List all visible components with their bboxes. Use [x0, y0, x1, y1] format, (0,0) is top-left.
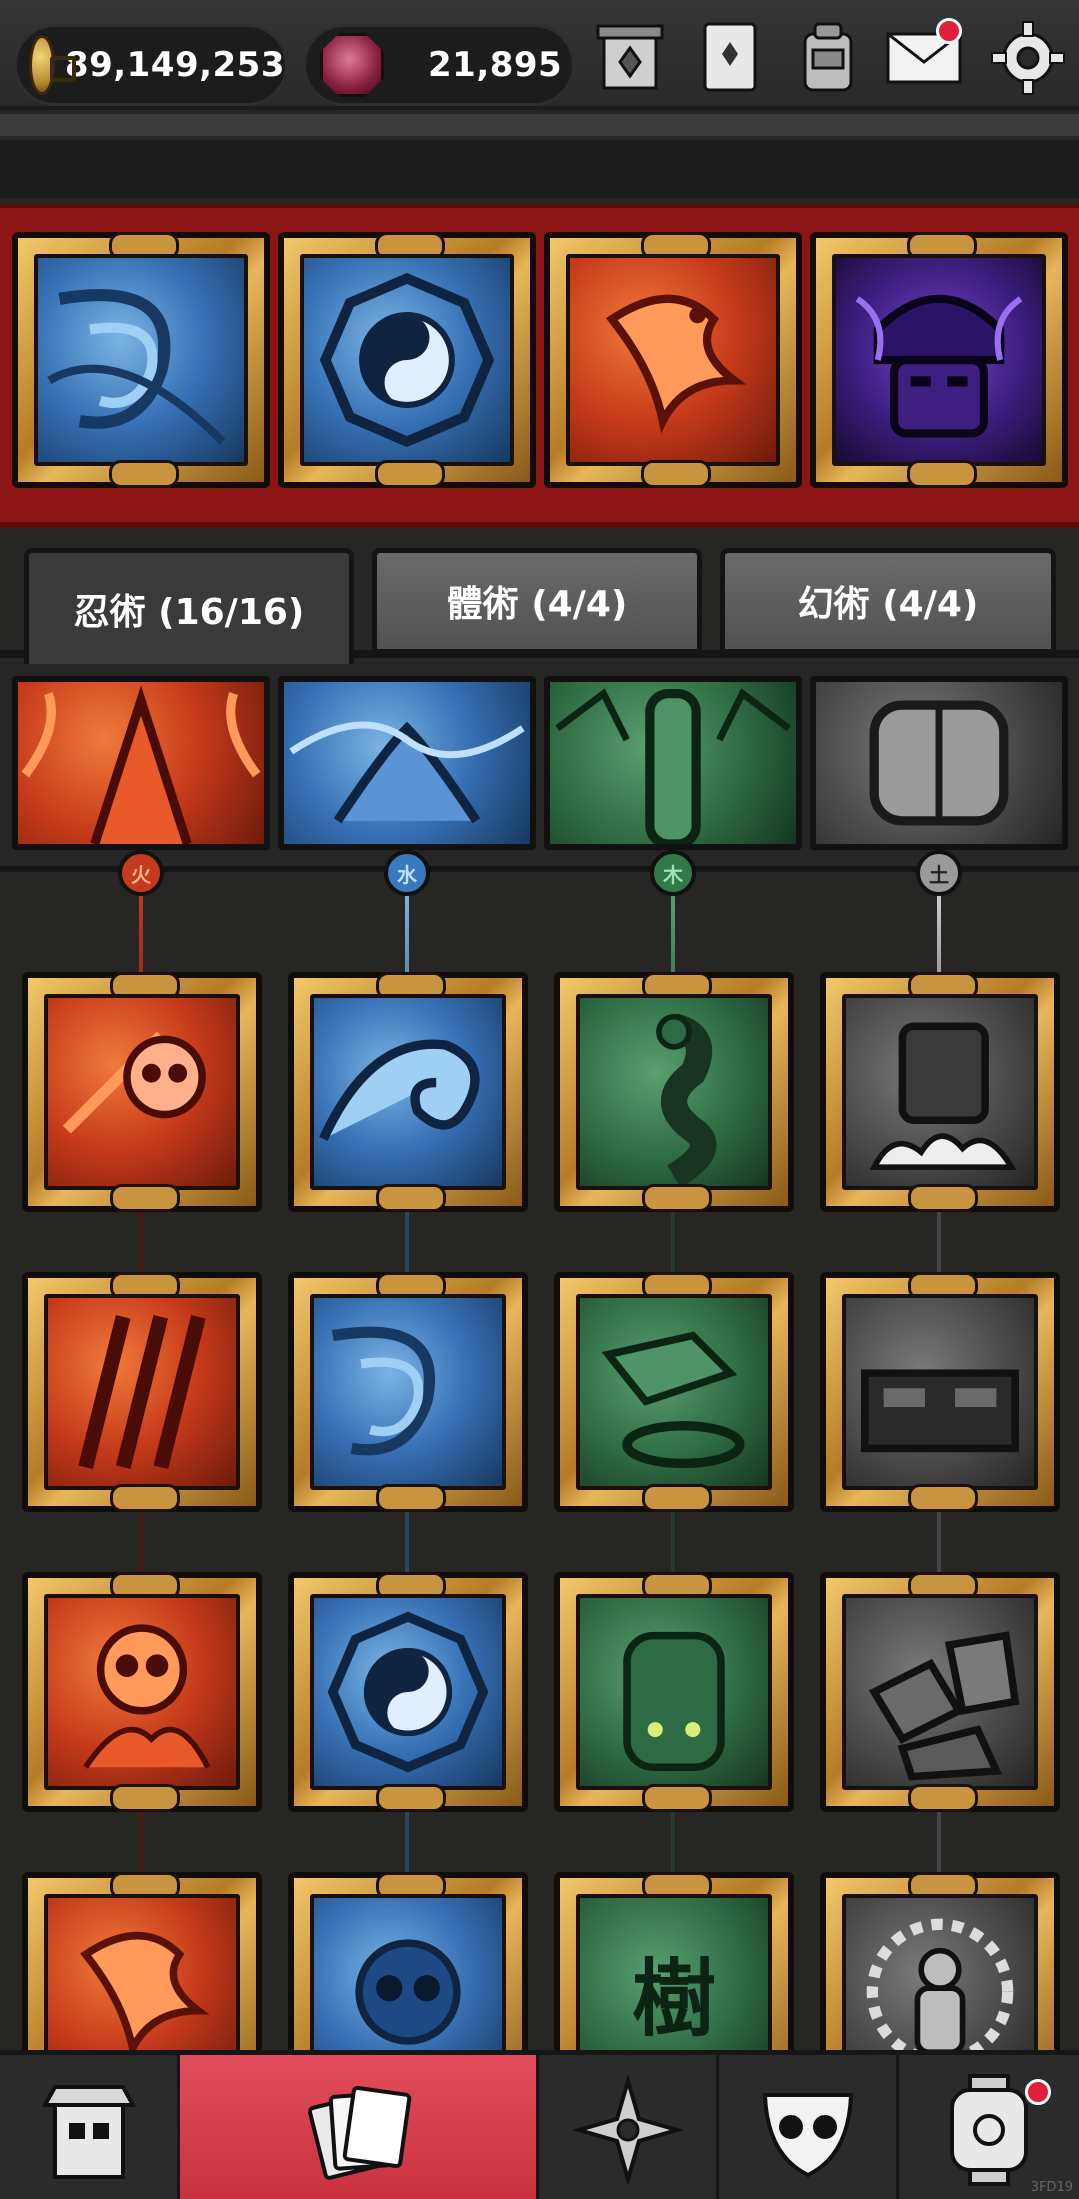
bottom-nav: 3FD19 — [0, 2050, 1079, 2199]
skull-icon — [62, 1031, 206, 1134]
gem-icon — [320, 33, 384, 97]
settings-icon[interactable] — [988, 18, 1068, 98]
earth-element-orb: 土 — [916, 850, 962, 896]
lantern-notification-dot — [1025, 2079, 1051, 2105]
tree-kanji-icon: 樹 — [631, 1948, 716, 2048]
scroll-icon[interactable] — [690, 18, 770, 98]
skill-wood-2[interactable] — [554, 1272, 794, 1512]
stone-wall-icon — [601, 1331, 745, 1469]
equipped-slot-4[interactable] — [810, 232, 1068, 488]
tab-ninjutsu[interactable]: 忍術 (16/16) — [24, 548, 354, 664]
header-band — [0, 140, 1079, 198]
claws-icon — [78, 1314, 206, 1470]
cards-icon — [307, 2085, 412, 2180]
skill-wood-3[interactable] — [554, 1572, 794, 1812]
tab-label: 體術 (4/4) — [446, 584, 628, 625]
yin-yang-icon — [319, 272, 495, 448]
tab-genjutsu[interactable]: 幻術 (4/4) — [720, 548, 1056, 654]
top-bar: 89,149,253 21,895 — [0, 0, 1079, 110]
hand-seal-wood-icon — [555, 688, 791, 844]
mask-icon — [762, 2092, 853, 2177]
hand-seal-fire-icon — [21, 685, 261, 844]
skill-fire-1[interactable] — [22, 972, 262, 1212]
earth-element-header — [810, 676, 1068, 850]
gem-amount: 21,895 — [428, 45, 563, 85]
nav-shuriken[interactable] — [539, 2055, 719, 2199]
hand-seal-earth-icon — [869, 700, 1009, 826]
skill-wood-1[interactable] — [554, 972, 794, 1212]
skill-fire-2[interactable] — [22, 1272, 262, 1512]
serpent-icon — [656, 1013, 717, 1186]
swirl-icon — [331, 1326, 436, 1456]
lantern-icon — [950, 2073, 1028, 2186]
yin-yang-icon — [327, 1611, 489, 1773]
tab-taijutsu[interactable]: 體術 (4/4) — [372, 548, 702, 654]
nav-cards[interactable] — [180, 2055, 539, 2199]
equipped-slot-3[interactable] — [544, 232, 802, 488]
samurai-mask-icon — [855, 294, 1023, 438]
rock-fist-icon — [869, 1022, 1017, 1171]
skill-water-2[interactable] — [288, 1272, 528, 1512]
skill-earth-2[interactable] — [820, 1272, 1060, 1512]
fire-element-orb: 火 — [118, 850, 164, 896]
shuriken-icon — [572, 2074, 683, 2185]
swirl-icon — [47, 289, 226, 445]
gold-coin-icon — [29, 35, 76, 95]
tab-label: 幻術 (4/4) — [797, 584, 979, 625]
water-element-orb: 水 — [384, 850, 430, 896]
golem-icon — [623, 1631, 725, 1771]
dojo-icon — [41, 2084, 136, 2179]
boulders-icon — [868, 1631, 1020, 1781]
gem-counter[interactable]: 21,895 — [303, 24, 575, 106]
nav-dojo[interactable] — [0, 2055, 180, 2199]
wood-element-header — [544, 676, 802, 850]
header-strip — [0, 114, 1079, 136]
nav-mask[interactable] — [719, 2055, 899, 2199]
fire-element-header — [12, 676, 270, 850]
backpack-icon[interactable] — [788, 18, 868, 98]
gold-amount: 89,149,253 — [64, 45, 285, 85]
skill-water-1[interactable] — [288, 972, 528, 1212]
skill-water-3[interactable] — [288, 1572, 528, 1812]
gold-counter[interactable]: 89,149,253 — [14, 24, 288, 106]
equipped-slot-1[interactable] — [12, 232, 270, 488]
wood-element-orb: 木 — [650, 850, 696, 896]
hand-seal-water-icon — [289, 721, 525, 824]
mail-icon[interactable] — [884, 18, 964, 98]
water-element-header — [278, 676, 536, 850]
skill-earth-3[interactable] — [820, 1572, 1060, 1812]
equipped-slot-2[interactable] — [278, 232, 536, 488]
version-watermark: 3FD19 — [1030, 2180, 1073, 2195]
skill-fire-3[interactable] — [22, 1572, 262, 1812]
nav-lantern[interactable] — [899, 2055, 1079, 2199]
tab-label: 忍術 (16/16) — [73, 591, 305, 633]
shrine-icon[interactable] — [590, 18, 670, 98]
phoenix-icon — [605, 294, 747, 434]
stone-face-icon — [861, 1369, 1019, 1453]
skill-earth-1[interactable] — [820, 972, 1060, 1212]
flaming-skull-icon — [83, 1624, 211, 1769]
wave-icon — [319, 1039, 480, 1141]
mail-notification-dot — [936, 18, 962, 44]
